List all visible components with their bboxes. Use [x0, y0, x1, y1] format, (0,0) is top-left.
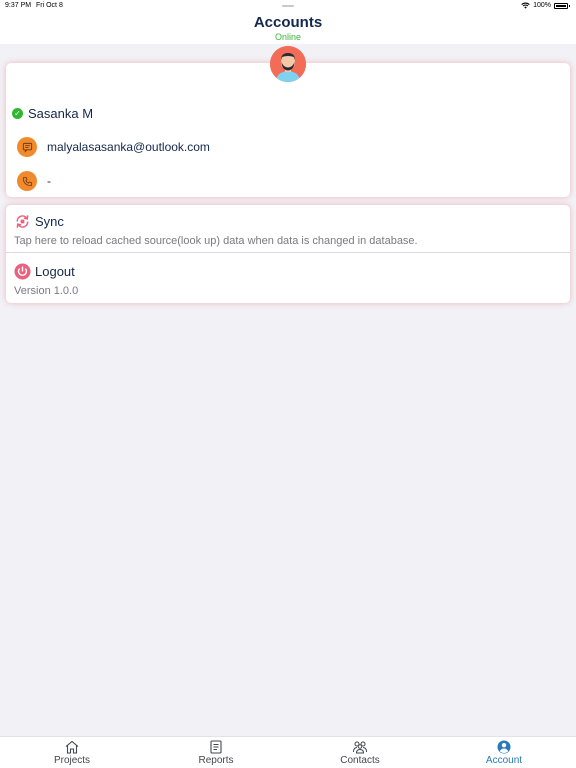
divider [6, 252, 570, 253]
document-icon [210, 740, 222, 754]
phone-icon [17, 171, 37, 191]
connection-status: Online [274, 32, 301, 42]
sync-icon [16, 215, 29, 228]
actions-card: Sync Tap here to reload cached source(lo… [6, 205, 570, 303]
profile-phone: - [47, 174, 51, 188]
sync-description: Tap here to reload cached source(look up… [14, 235, 418, 247]
message-icon [17, 137, 37, 157]
phone-row: - [17, 171, 51, 191]
profile-name: Sasanka M [28, 106, 94, 121]
wifi-icon [521, 2, 530, 9]
tab-projects[interactable]: Projects [0, 737, 144, 768]
profile-card: ✓ Sasanka M malyalasasanka@outlook.com - [6, 63, 570, 197]
verified-check-icon: ✓ [12, 108, 23, 119]
logout-action[interactable]: Logout Version 1.0.0 [6, 255, 570, 303]
status-right: 100% [521, 2, 570, 9]
tab-account-label: Account [485, 755, 523, 766]
nav-header: Accounts Online [0, 12, 576, 44]
user-avatar-icon [270, 46, 306, 82]
profile-email: malyalasasanka@outlook.com [47, 140, 210, 154]
tab-contacts[interactable]: Contacts [288, 737, 432, 768]
multitasking-handle[interactable] [282, 5, 294, 7]
sync-action[interactable]: Sync Tap here to reload cached source(lo… [6, 205, 570, 253]
battery-icon [554, 2, 570, 9]
app-version: Version 1.0.0 [14, 285, 79, 297]
tab-account[interactable]: Account [432, 737, 576, 768]
profile-name-row: ✓ Sasanka M [12, 106, 93, 121]
people-icon [353, 741, 367, 754]
home-icon [65, 740, 79, 754]
tab-contacts-label: Contacts [340, 755, 380, 766]
tab-bar: Projects Reports Contacts Account [0, 736, 576, 768]
account-icon [497, 740, 511, 754]
tab-projects-label: Projects [53, 755, 91, 766]
logout-label: Logout [35, 264, 75, 279]
status-bar: 9:37 PM Fri Oct 8 100% [0, 0, 576, 12]
battery-percent: 100% [533, 2, 551, 9]
tab-reports-label: Reports [198, 755, 234, 766]
power-icon [14, 263, 31, 280]
email-row: malyalasasanka@outlook.com [17, 137, 210, 157]
status-date: Fri Oct 8 [36, 2, 63, 9]
sync-label: Sync [35, 214, 64, 229]
avatar [270, 46, 306, 82]
page-title: Accounts [253, 14, 323, 31]
status-time: 9:37 PM [5, 2, 32, 9]
tab-reports[interactable]: Reports [144, 737, 288, 768]
